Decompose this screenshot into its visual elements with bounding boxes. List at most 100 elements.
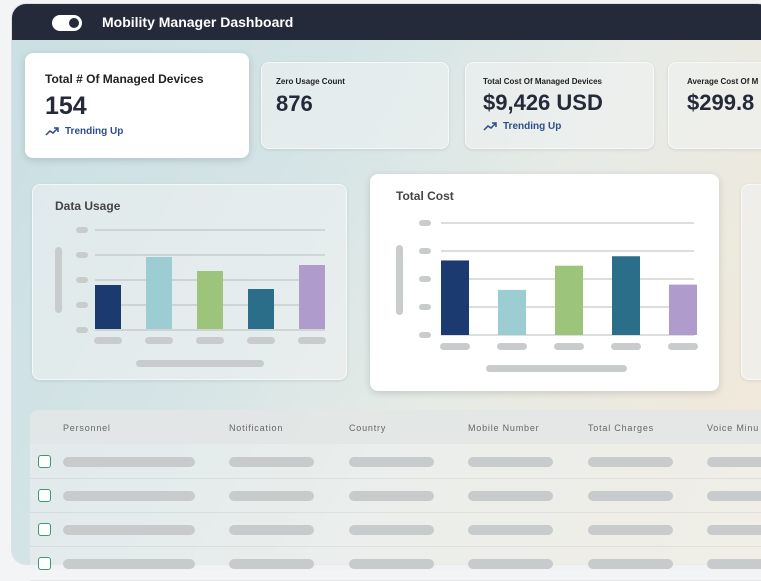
- cell-placeholder: [229, 457, 314, 467]
- y-axis-label-placeholder: [55, 247, 62, 313]
- x-tick-placeholder: [196, 337, 224, 344]
- cell-placeholder: [707, 457, 761, 467]
- data-usage-chart-card[interactable]: Data Usage: [32, 184, 347, 380]
- kpi-card-total-cost[interactable]: Total Cost Of Managed Devices $9,426 USD…: [465, 62, 654, 149]
- kpi-card-zero-usage[interactable]: Zero Usage Count 876: [261, 62, 449, 149]
- trend-indicator: Trending Up: [483, 121, 561, 132]
- trend-label: Trending Up: [65, 126, 124, 137]
- bar: [498, 289, 526, 335]
- column-header-notification[interactable]: Notification: [229, 423, 283, 433]
- table-row[interactable]: [30, 548, 761, 581]
- kpi-value: 876: [276, 91, 313, 116]
- cell-placeholder: [349, 457, 434, 467]
- y-tick-placeholder: [419, 220, 431, 226]
- x-tick-placeholder: [145, 337, 173, 344]
- third-chart-card[interactable]: [741, 184, 761, 380]
- trend-indicator: Trending Up: [45, 126, 123, 137]
- bar: [669, 284, 697, 335]
- x-tick-placeholder: [497, 343, 527, 350]
- bar: [441, 260, 469, 335]
- cell-placeholder: [63, 457, 195, 467]
- x-tick-placeholder: [247, 337, 275, 344]
- cell-placeholder: [349, 491, 434, 501]
- table-header: Personnel Notification Country Mobile Nu…: [30, 410, 761, 444]
- x-axis-label-placeholder: [136, 360, 264, 367]
- x-axis-label-placeholder: [486, 365, 627, 372]
- bar: [248, 289, 274, 329]
- cell-placeholder: [229, 559, 314, 569]
- y-axis-label-placeholder: [396, 245, 403, 315]
- table-row[interactable]: [30, 514, 761, 547]
- trend-label: Trending Up: [503, 121, 562, 132]
- x-tick-placeholder: [94, 337, 122, 344]
- column-header-mobile-number[interactable]: Mobile Number: [468, 423, 539, 433]
- kpi-label: Total Cost Of Managed Devices: [483, 77, 602, 86]
- y-tick-placeholder: [76, 252, 88, 258]
- cell-placeholder: [588, 457, 673, 467]
- title-bar: Mobility Manager Dashboard: [12, 4, 761, 40]
- y-tick-placeholder: [76, 227, 88, 233]
- cell-placeholder: [229, 525, 314, 535]
- kpi-label: Zero Usage Count: [276, 77, 345, 86]
- row-checkbox[interactable]: [38, 557, 51, 570]
- y-tick-placeholder: [419, 332, 431, 338]
- kpi-value: $299.8: [687, 90, 755, 115]
- row-checkbox[interactable]: [38, 455, 51, 468]
- app-title: Mobility Manager Dashboard: [102, 14, 294, 30]
- table-row[interactable]: [30, 480, 761, 513]
- cell-placeholder: [468, 491, 553, 501]
- trending-up-icon: [45, 127, 59, 136]
- bar: [555, 265, 583, 335]
- bar: [612, 256, 640, 335]
- total-cost-chart-card[interactable]: Total Cost: [370, 174, 719, 391]
- cell-placeholder: [349, 559, 434, 569]
- cell-placeholder: [468, 559, 553, 569]
- cell-placeholder: [229, 491, 314, 501]
- cell-placeholder: [588, 525, 673, 535]
- y-tick-placeholder: [76, 327, 88, 333]
- x-tick-placeholder: [554, 343, 584, 350]
- bar: [197, 271, 223, 329]
- kpi-value: $9,426 USD: [483, 90, 603, 115]
- cell-placeholder: [588, 559, 673, 569]
- kpi-value: 154: [45, 92, 87, 120]
- kpi-card-average-cost[interactable]: Average Cost Of M $299.8: [668, 62, 761, 149]
- x-tick-placeholder: [668, 343, 698, 350]
- kpi-card-managed-devices[interactable]: Total # Of Managed Devices 154 Trending …: [25, 53, 249, 158]
- trending-up-icon: [483, 122, 497, 131]
- x-tick-placeholder: [298, 337, 326, 344]
- bar: [299, 265, 325, 329]
- cell-placeholder: [468, 525, 553, 535]
- cell-placeholder: [707, 559, 761, 569]
- y-tick-placeholder: [419, 248, 431, 254]
- column-header-personnel[interactable]: Personnel: [63, 423, 111, 433]
- table-row[interactable]: [30, 446, 761, 479]
- x-tick-placeholder: [611, 343, 641, 350]
- cell-placeholder: [707, 525, 761, 535]
- kpi-label: Total # Of Managed Devices: [45, 72, 204, 86]
- cell-placeholder: [707, 491, 761, 501]
- row-checkbox[interactable]: [38, 523, 51, 536]
- cell-placeholder: [588, 491, 673, 501]
- column-header-country[interactable]: Country: [349, 423, 386, 433]
- cell-placeholder: [468, 457, 553, 467]
- bar: [146, 257, 172, 329]
- row-checkbox[interactable]: [38, 489, 51, 502]
- y-tick-placeholder: [419, 276, 431, 282]
- brand-logo-icon: [52, 15, 82, 31]
- bar: [95, 285, 121, 329]
- y-tick-placeholder: [76, 277, 88, 283]
- data-usage-chart: [55, 227, 326, 367]
- cell-placeholder: [63, 559, 195, 569]
- cell-placeholder: [63, 491, 195, 501]
- cell-placeholder: [63, 525, 195, 535]
- devices-table: Personnel Notification Country Mobile Nu…: [30, 410, 761, 581]
- y-tick-placeholder: [419, 304, 431, 310]
- x-tick-placeholder: [440, 343, 470, 350]
- column-header-total-charges[interactable]: Total Charges: [588, 423, 654, 433]
- total-cost-chart: [396, 220, 698, 372]
- kpi-label: Average Cost Of M: [687, 77, 759, 86]
- cell-placeholder: [349, 525, 434, 535]
- column-header-voice-minutes[interactable]: Voice Minu: [707, 423, 759, 433]
- y-tick-placeholder: [76, 302, 88, 308]
